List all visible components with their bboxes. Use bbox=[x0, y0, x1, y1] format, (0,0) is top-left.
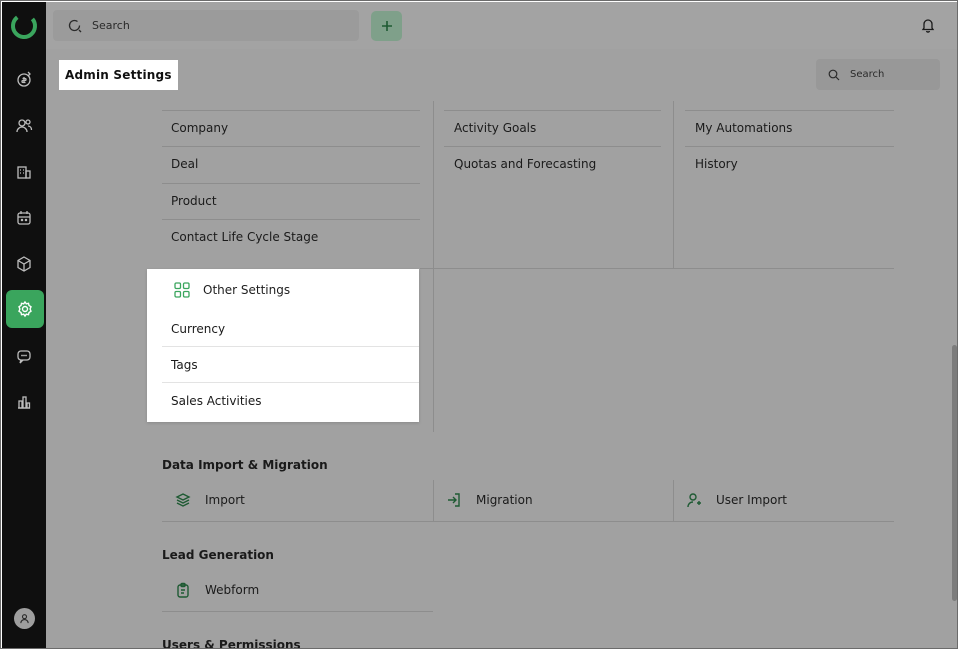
setting-sales-activities[interactable]: Sales Activities bbox=[171, 394, 262, 408]
section-title-users-permissions: Users & Permissions bbox=[162, 638, 301, 649]
divider bbox=[162, 611, 433, 612]
divider bbox=[444, 110, 661, 111]
nav-reports[interactable] bbox=[2, 382, 46, 422]
layers-icon bbox=[175, 493, 191, 507]
page-title: Admin Settings bbox=[59, 60, 178, 90]
other-settings-panel: Other Settings Currency Tags Sales Activ… bbox=[147, 269, 419, 422]
avatar[interactable] bbox=[14, 608, 35, 629]
divider bbox=[162, 382, 419, 383]
logo-icon[interactable] bbox=[10, 12, 38, 40]
nav-calendar[interactable] bbox=[2, 198, 46, 238]
column-separator bbox=[673, 101, 674, 268]
user-icon bbox=[20, 614, 29, 624]
divider bbox=[685, 110, 894, 111]
calendar-icon bbox=[17, 211, 31, 225]
setting-tags[interactable]: Tags bbox=[171, 358, 198, 372]
setting-contact-life-cycle-stage[interactable]: Contact Life Cycle Stage bbox=[171, 230, 318, 244]
setting-webform-label: Webform bbox=[205, 583, 260, 597]
setting-product[interactable]: Product bbox=[171, 194, 217, 208]
column-separator bbox=[433, 480, 434, 521]
add-button[interactable] bbox=[371, 11, 402, 41]
setting-deal[interactable]: Deal bbox=[171, 157, 198, 171]
setting-company[interactable]: Company bbox=[171, 121, 228, 135]
global-search-placeholder: Search bbox=[92, 19, 130, 32]
setting-activity-goals[interactable]: Activity Goals bbox=[454, 121, 536, 135]
page-header: Admin Settings Search bbox=[46, 49, 957, 101]
clipboard-icon bbox=[177, 582, 189, 598]
plus-icon bbox=[381, 21, 392, 31]
divider bbox=[162, 110, 420, 111]
divider bbox=[685, 146, 894, 147]
section-title-lead-generation: Lead Generation bbox=[162, 548, 274, 562]
nav-settings[interactable] bbox=[6, 290, 44, 328]
user-add-icon bbox=[687, 493, 701, 508]
section-title-data-import: Data Import & Migration bbox=[162, 458, 328, 472]
search-icon bbox=[828, 69, 840, 80]
app-window: Search Admin Settings Search Company Dea… bbox=[0, 0, 958, 649]
divider bbox=[162, 183, 420, 184]
search-icon bbox=[68, 19, 82, 32]
nav-contacts[interactable] bbox=[2, 106, 46, 146]
setting-history[interactable]: History bbox=[695, 157, 738, 171]
divider bbox=[162, 146, 420, 147]
divider bbox=[162, 219, 420, 220]
setting-migration-label: Migration bbox=[476, 493, 533, 507]
login-arrow-icon bbox=[448, 493, 460, 507]
companies-icon bbox=[17, 166, 31, 179]
other-settings-header: Other Settings bbox=[173, 281, 290, 299]
scrollbar[interactable] bbox=[952, 345, 957, 601]
nav-chat[interactable] bbox=[2, 336, 46, 376]
divider bbox=[162, 521, 894, 522]
setting-user-import[interactable]: User Import bbox=[686, 492, 787, 508]
nav-deals[interactable] bbox=[2, 59, 46, 99]
nav-products[interactable] bbox=[2, 244, 46, 284]
setting-user-import-label: User Import bbox=[716, 493, 787, 507]
column-separator bbox=[433, 101, 434, 432]
setting-import[interactable]: Import bbox=[175, 492, 245, 508]
deals-icon bbox=[17, 71, 31, 87]
contacts-icon bbox=[16, 119, 33, 133]
setting-quotas-forecasting[interactable]: Quotas and Forecasting bbox=[454, 157, 596, 171]
setting-import-label: Import bbox=[205, 493, 245, 507]
topbar: Search bbox=[46, 2, 957, 49]
setting-currency[interactable]: Currency bbox=[171, 322, 225, 336]
column-separator bbox=[673, 480, 674, 521]
settings-search-input[interactable]: Search bbox=[816, 59, 940, 90]
nav-companies[interactable] bbox=[2, 152, 46, 192]
reports-icon bbox=[18, 396, 31, 409]
products-icon bbox=[17, 256, 31, 272]
divider bbox=[420, 268, 894, 269]
divider bbox=[162, 346, 419, 347]
divider bbox=[444, 146, 661, 147]
other-settings-title: Other Settings bbox=[203, 283, 291, 297]
settings-icon bbox=[18, 300, 32, 318]
notification-bell-icon[interactable] bbox=[920, 17, 936, 33]
sidebar bbox=[2, 2, 46, 648]
setting-webform[interactable]: Webform bbox=[175, 582, 259, 598]
global-search-input[interactable]: Search bbox=[53, 10, 359, 41]
settings-search-placeholder: Search bbox=[850, 69, 885, 80]
grid-icon bbox=[174, 282, 190, 298]
setting-my-automations[interactable]: My Automations bbox=[695, 121, 792, 135]
chat-icon bbox=[17, 350, 31, 364]
setting-migration[interactable]: Migration bbox=[446, 492, 533, 508]
